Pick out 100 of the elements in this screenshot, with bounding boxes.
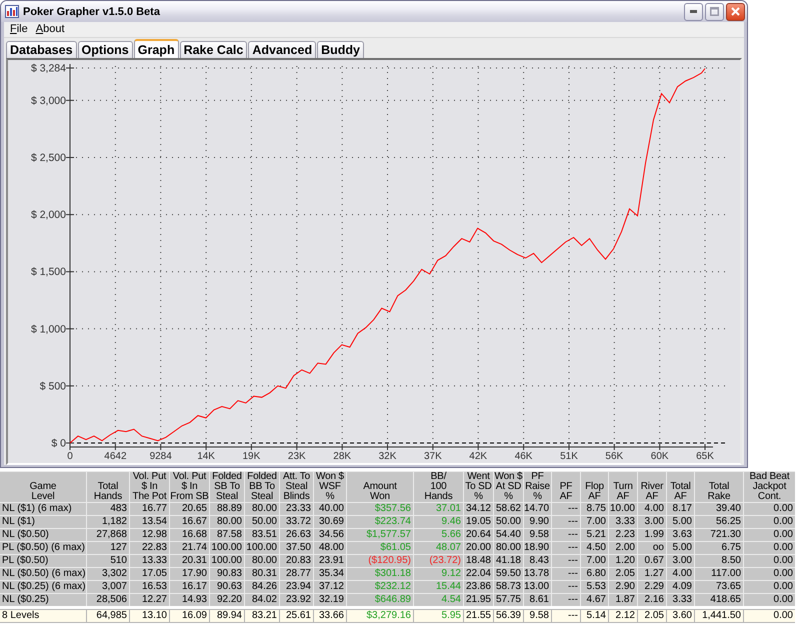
tab[interactable]: Graph xyxy=(134,39,179,58)
column-header[interactable]: Won $ At SD % xyxy=(494,472,523,502)
table-cell: --- xyxy=(552,503,580,515)
tab[interactable]: Options xyxy=(78,41,133,58)
table-cell: 9.58 xyxy=(524,610,551,622)
table-cell: PL ($0.50) xyxy=(0,555,86,567)
table-cell: 3.00 xyxy=(638,516,666,528)
table-cell: 80.00 xyxy=(494,542,523,554)
column-header[interactable]: Folded SB To Steal xyxy=(210,472,244,502)
column-header[interactable]: Game Level xyxy=(0,472,86,502)
table-cell: 13.10 xyxy=(130,610,169,622)
tab[interactable]: Rake Calc xyxy=(180,41,248,58)
x-tick-label: 51K xyxy=(560,451,578,462)
table-cell: --- xyxy=(552,594,580,606)
table-cell: 5.00 xyxy=(667,516,694,528)
table-cell: 5.95 xyxy=(414,610,463,622)
table-cell: PL ($0.50) (6 max) xyxy=(0,542,86,554)
column-header[interactable]: Total Hands xyxy=(87,472,129,502)
table-cell: ($120.95) xyxy=(347,555,413,567)
column-header[interactable]: Total Rake xyxy=(695,472,743,502)
table-cell: 90.63 xyxy=(210,581,244,593)
y-tick-label: $ 2,000 xyxy=(30,209,66,222)
table-cell: 12.98 xyxy=(130,529,169,541)
column-header[interactable]: Vol. Put $ In The Pot xyxy=(130,472,169,502)
table-cell: 13.00 xyxy=(524,581,551,593)
table-cell: 26.63 xyxy=(280,529,313,541)
table-cell: NL ($1) (6 max) xyxy=(0,503,86,515)
table-cell: 13.54 xyxy=(130,516,169,528)
table-cell: 18.48 xyxy=(464,555,493,567)
column-header[interactable]: Flop AF xyxy=(581,472,608,502)
column-header[interactable]: River AF xyxy=(638,472,666,502)
minimize-button[interactable] xyxy=(684,2,703,20)
table-cell: 18.90 xyxy=(524,542,551,554)
column-header[interactable]: Vol. Put $ In From SB xyxy=(170,472,209,502)
table-cell: 34.12 xyxy=(464,503,493,515)
column-header[interactable]: BB/ 100 Hands xyxy=(414,472,463,502)
table-cell: 37.01 xyxy=(414,503,463,515)
column-header[interactable]: Folded BB To Steal xyxy=(245,472,279,502)
table-cell: 0.00 xyxy=(744,555,795,567)
x-tick-label: 46K xyxy=(514,451,532,462)
table-cell: 100.00 xyxy=(245,542,279,554)
table-cell: 418.65 xyxy=(695,594,743,606)
table-cell: 2.90 xyxy=(609,581,637,593)
x-tick-label: 28K xyxy=(333,451,352,462)
table-cell: 20.64 xyxy=(464,529,493,541)
table-cell: 13.33 xyxy=(130,555,169,567)
table-cell: 50.00 xyxy=(245,516,279,528)
table-cell: 1,441.50 xyxy=(695,610,743,622)
table-cell: 1.20 xyxy=(609,555,637,567)
close-button[interactable] xyxy=(726,2,745,20)
table-cell: 8.50 xyxy=(695,555,743,567)
table-cell: 510 xyxy=(87,555,129,567)
column-header[interactable]: Went To SD % xyxy=(464,472,493,502)
table-cell: 17.05 xyxy=(130,568,169,580)
table-cell: 4.09 xyxy=(667,581,694,593)
table-cell: 84.26 xyxy=(245,581,279,593)
table-cell: 28.77 xyxy=(280,568,313,580)
table-cell: 3.60 xyxy=(667,610,694,622)
table-cell: NL ($0.25) xyxy=(0,594,86,606)
menu-item[interactable]: File xyxy=(6,23,32,36)
table-cell: 1,182 xyxy=(87,516,129,528)
table-cell: 30.69 xyxy=(314,516,346,528)
table-cell: 22.04 xyxy=(464,568,493,580)
tab[interactable]: Advanced xyxy=(248,41,316,58)
table-cell: 21.55 xyxy=(464,610,493,622)
table-cell: 20.83 xyxy=(280,555,313,567)
tab[interactable]: Buddy xyxy=(317,41,364,58)
column-header[interactable]: Att. To Steal Blinds xyxy=(280,472,313,502)
table-cell: 2.00 xyxy=(609,542,637,554)
table-cell: 14.70 xyxy=(524,503,551,515)
column-header[interactable]: Won $ WSF % xyxy=(314,472,346,502)
y-tick-label: $ 3,284 xyxy=(30,62,66,74)
table-cell: 0.67 xyxy=(638,555,666,567)
column-header[interactable]: Turn AF xyxy=(609,472,637,502)
x-tick-label: 65K xyxy=(696,451,714,462)
table-cell: 0.00 xyxy=(744,503,795,515)
maximize-button[interactable] xyxy=(705,2,724,20)
table-cell: 117.00 xyxy=(695,568,743,580)
tab[interactable]: Databases xyxy=(6,41,77,58)
x-tick-label: 14K xyxy=(197,451,215,462)
window-title: Poker Grapher v1.5.0 Beta xyxy=(23,6,161,18)
table-cell: 2.23 xyxy=(609,529,637,541)
table-cell: $646.89 xyxy=(347,594,413,606)
table-cell: --- xyxy=(552,516,580,528)
menu-item[interactable]: About xyxy=(32,23,69,36)
table-cell: 9.58 xyxy=(524,529,551,541)
column-header[interactable]: PF Raise % xyxy=(524,472,551,502)
table-cell: 0.00 xyxy=(744,568,795,580)
column-header[interactable]: PF AF xyxy=(552,472,580,502)
column-header[interactable]: Total AF xyxy=(667,472,694,502)
column-header[interactable]: Amount Won xyxy=(347,472,413,502)
column-header[interactable]: Bad Beat Jackpot Cont. xyxy=(744,472,795,502)
table-cell: 8.75 xyxy=(581,503,608,515)
maximize-icon xyxy=(710,7,719,16)
table-cell: 0.00 xyxy=(744,581,795,593)
table-cell: 14.93 xyxy=(170,594,209,606)
table-cell: --- xyxy=(552,555,580,567)
table-cell: 33.72 xyxy=(280,516,313,528)
table-cell: 19.05 xyxy=(464,516,493,528)
table-cell: 58.73 xyxy=(494,581,523,593)
